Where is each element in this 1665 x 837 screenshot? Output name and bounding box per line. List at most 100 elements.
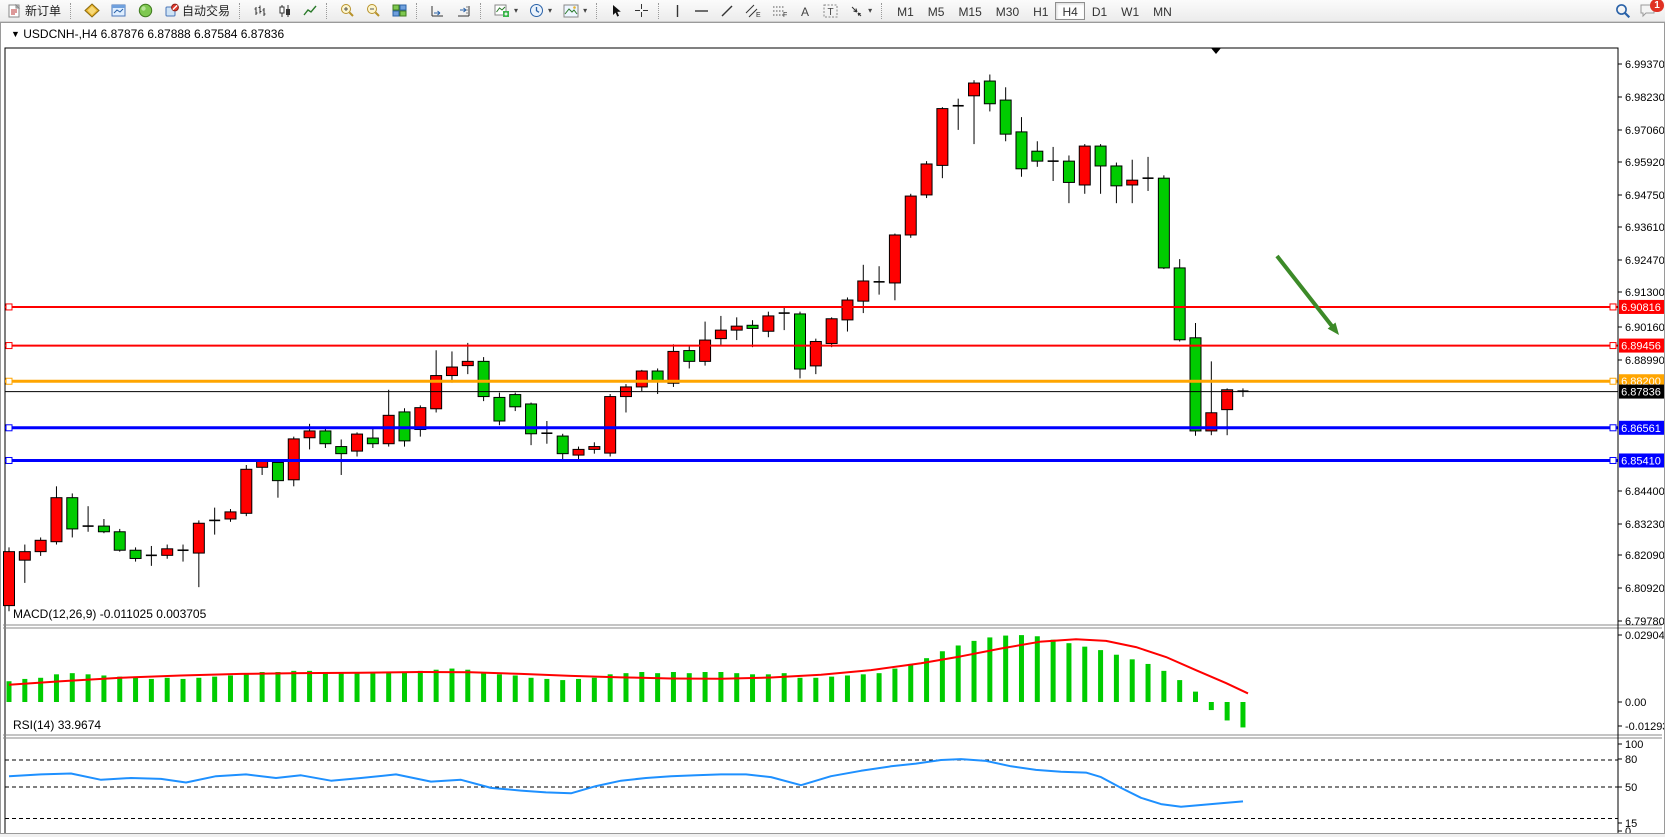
candle-body bbox=[272, 462, 283, 480]
macd-histogram-bar bbox=[370, 673, 375, 702]
line-handle-right[interactable] bbox=[1610, 343, 1616, 349]
text-button[interactable]: A bbox=[794, 1, 817, 21]
timeframe-m5-button[interactable]: M5 bbox=[921, 2, 952, 20]
timeframe-m30-button[interactable]: M30 bbox=[989, 2, 1026, 20]
macd-histogram-bar bbox=[402, 672, 407, 702]
chart-window: 6.908166.894566.882006.878366.865616.854… bbox=[0, 22, 1665, 834]
candle-body bbox=[320, 431, 331, 444]
line-handle-right[interactable] bbox=[1610, 304, 1616, 310]
crosshair-button[interactable] bbox=[629, 1, 654, 21]
macd-histogram-bar bbox=[291, 671, 296, 702]
macd-histogram-bar bbox=[924, 658, 929, 702]
candle-body bbox=[4, 552, 15, 606]
timeframe-w1-button[interactable]: W1 bbox=[1114, 2, 1146, 20]
candlestick-chart-button[interactable] bbox=[273, 1, 297, 21]
auto-scroll-icon bbox=[430, 4, 445, 18]
macd-histogram-bar bbox=[1161, 671, 1166, 702]
candle-body bbox=[747, 325, 758, 328]
line-handle-left[interactable] bbox=[6, 343, 12, 349]
line-handle-left[interactable] bbox=[6, 425, 12, 431]
timeframe-d1-button[interactable]: D1 bbox=[1085, 2, 1114, 20]
macd-histogram-bar bbox=[497, 674, 502, 702]
cursor-icon bbox=[610, 4, 623, 18]
line-handle-right[interactable] bbox=[1610, 457, 1616, 463]
bar-chart-button[interactable] bbox=[248, 1, 272, 21]
macd-histogram-bar bbox=[260, 672, 265, 702]
toolbar-right: 1 bbox=[1615, 3, 1662, 19]
price-axis-label: 6.94750 bbox=[1625, 190, 1664, 202]
macd-histogram-bar bbox=[1066, 643, 1071, 702]
candle-body bbox=[1063, 161, 1074, 182]
trendline-icon bbox=[720, 4, 734, 18]
periods-button[interactable]: ▾ bbox=[524, 1, 557, 21]
chart-shift-button[interactable] bbox=[451, 1, 476, 21]
macd-histogram-bar bbox=[323, 672, 328, 702]
templates-button[interactable]: ▾ bbox=[558, 1, 592, 21]
macd-histogram-bar bbox=[133, 678, 138, 702]
new-order-label: 新订单 bbox=[25, 2, 61, 19]
candle-body bbox=[367, 438, 378, 444]
toolbar-separator bbox=[881, 3, 886, 19]
macd-histogram-bar bbox=[529, 678, 534, 702]
candle-body bbox=[1000, 100, 1011, 134]
tile-windows-icon bbox=[392, 4, 407, 18]
equidistant-channel-button[interactable]: E bbox=[740, 1, 766, 21]
macd-histogram-bar bbox=[70, 673, 75, 702]
candle-body bbox=[557, 436, 568, 454]
toolbar-separator bbox=[480, 3, 485, 19]
chart-symbol-title: USDCNH-,H4 bbox=[23, 27, 97, 41]
line-handle-right[interactable] bbox=[1610, 378, 1616, 384]
toolbar-separator bbox=[326, 3, 331, 19]
line-handle-left[interactable] bbox=[6, 304, 12, 310]
new-order-button[interactable]: 新订单 bbox=[3, 1, 66, 21]
zoom-out-button[interactable] bbox=[361, 1, 386, 21]
timeframe-h4-button[interactable]: H4 bbox=[1055, 2, 1084, 20]
arrows-button[interactable]: ▾ bbox=[844, 1, 877, 21]
timeframe-h1-button[interactable]: H1 bbox=[1026, 2, 1055, 20]
auto-trading-button[interactable]: 自动交易 bbox=[159, 1, 235, 21]
price-axis-label: 6.98230 bbox=[1625, 92, 1664, 104]
notification-button[interactable]: 1 bbox=[1639, 3, 1656, 18]
search-icon[interactable] bbox=[1615, 3, 1631, 19]
line-handle-left[interactable] bbox=[6, 378, 12, 384]
price-badge-text: 6.86561 bbox=[1621, 423, 1661, 435]
svg-text:F: F bbox=[783, 12, 787, 18]
indicators-button[interactable]: ▾ bbox=[489, 1, 523, 21]
candle-body bbox=[984, 81, 995, 104]
timeframe-mn-button[interactable]: MN bbox=[1146, 2, 1179, 20]
trendline-button[interactable] bbox=[715, 1, 739, 21]
timeframe-m1-button[interactable]: M1 bbox=[890, 2, 921, 20]
text-icon: A bbox=[799, 4, 812, 18]
macd-histogram-bar bbox=[165, 678, 170, 702]
collapse-ohlc-icon[interactable]: ▼ bbox=[11, 29, 20, 39]
market-watch-icon bbox=[111, 4, 127, 18]
navigator-button[interactable] bbox=[133, 1, 158, 21]
dropdown-caret: ▾ bbox=[514, 6, 518, 15]
horizontal-line-button[interactable] bbox=[689, 1, 714, 21]
macd-histogram-bar bbox=[576, 679, 581, 702]
candle-body bbox=[130, 550, 141, 558]
price-axis-label: 6.88990 bbox=[1625, 355, 1664, 367]
candle-body bbox=[1016, 132, 1027, 169]
candle-body bbox=[162, 549, 173, 556]
text-label-button[interactable]: T bbox=[818, 1, 843, 21]
macd-histogram-bar bbox=[813, 678, 818, 702]
cursor-button[interactable] bbox=[605, 1, 628, 21]
line-handle-left[interactable] bbox=[6, 457, 12, 463]
line-chart-button[interactable] bbox=[298, 1, 322, 21]
candle-body bbox=[1111, 166, 1122, 186]
fibonacci-button[interactable]: F bbox=[767, 1, 793, 21]
price-badge-text: 6.85410 bbox=[1621, 455, 1661, 467]
candle-body bbox=[1079, 146, 1090, 185]
vertical-line-button[interactable] bbox=[667, 1, 688, 21]
market-watch-button[interactable] bbox=[106, 1, 132, 21]
timeframe-m15-button[interactable]: M15 bbox=[951, 2, 988, 20]
auto-scroll-button[interactable] bbox=[425, 1, 450, 21]
charts-button[interactable] bbox=[79, 1, 105, 21]
macd-histogram-bar bbox=[1082, 647, 1087, 702]
chart-canvas[interactable]: 6.908166.894566.882006.878366.865616.854… bbox=[1, 23, 1664, 833]
line-handle-right[interactable] bbox=[1610, 425, 1616, 431]
macd-histogram-bar bbox=[1035, 636, 1040, 702]
zoom-in-button[interactable] bbox=[335, 1, 360, 21]
tile-windows-button[interactable] bbox=[387, 1, 412, 21]
